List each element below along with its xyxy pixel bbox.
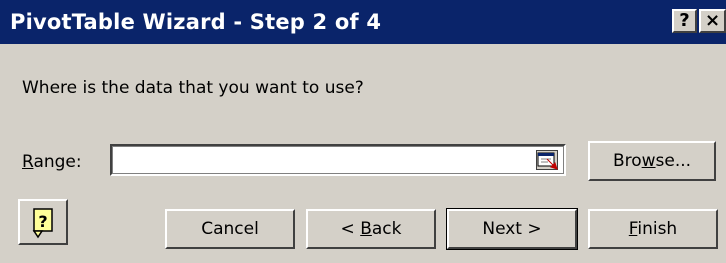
back-button[interactable]: < Back [306,209,436,249]
range-label: Range: [22,152,82,172]
question-mark-icon: ? [679,10,690,31]
office-assistant-button[interactable]: ? [18,199,68,245]
cancel-button[interactable]: Cancel [165,209,295,249]
range-label-text: ange: [33,152,82,172]
range-collapse-button[interactable] [536,150,558,170]
browse-label-post: se... [655,151,692,171]
svg-text:?: ? [38,212,47,231]
pivottable-wizard-dialog: PivotTable Wizard - Step 2 of 4 ? × Wher… [0,0,726,263]
browse-label-pre: Bro [612,151,642,171]
back-label-pre: < [340,219,361,239]
browse-button[interactable]: Browse... [588,141,716,181]
browse-label-access-key: w [641,151,656,171]
back-label-access-key: B [360,219,372,239]
back-label-post: ack [371,219,402,239]
finish-button[interactable]: Finish [588,209,718,249]
finish-label-post: inish [637,219,678,239]
window-title: PivotTable Wizard - Step 2 of 4 [10,10,382,34]
range-input[interactable] [110,144,566,176]
help-title-button[interactable]: ? [672,9,697,33]
title-bar[interactable]: PivotTable Wizard - Step 2 of 4 ? × [0,0,726,44]
close-icon: × [704,10,721,31]
prompt-text: Where is the data that you want to use? [22,78,364,98]
close-button[interactable]: × [699,9,726,33]
next-label: Next > [482,219,542,239]
office-assistant-icon: ? [32,208,53,239]
cancel-label: Cancel [201,219,259,239]
range-label-access-key: R [22,152,34,172]
range-collapse-icon [536,150,558,170]
next-button[interactable]: Next > [446,208,578,250]
